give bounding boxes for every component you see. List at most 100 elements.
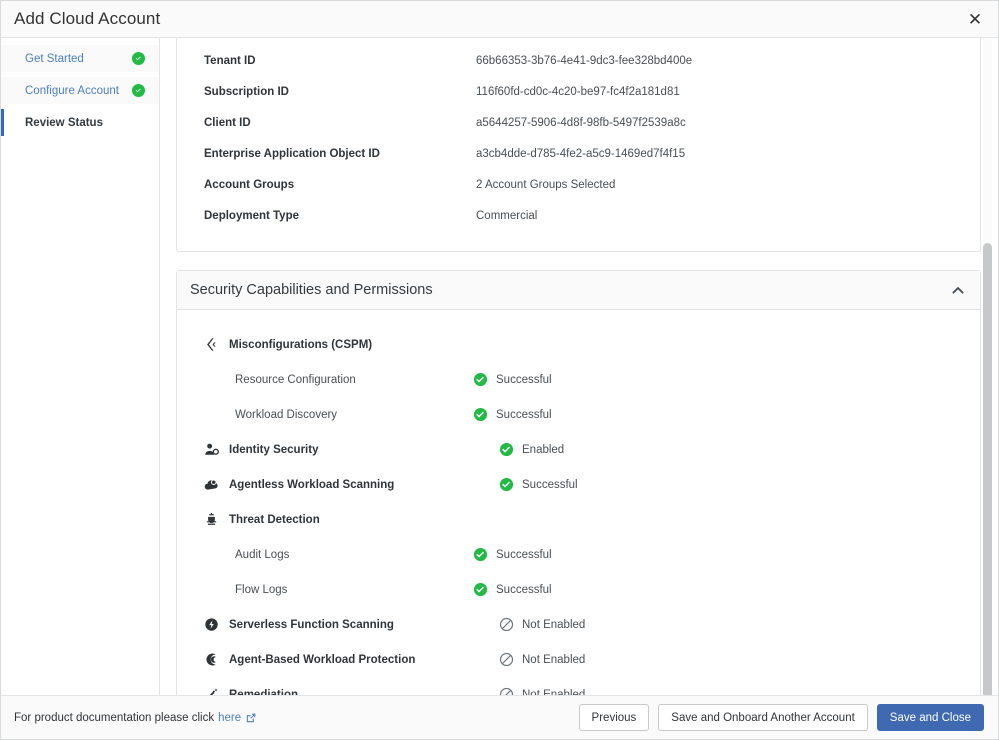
status-badge: Successful [473, 582, 552, 597]
capability-label: Flow Logs [235, 583, 288, 596]
status-badge: Not Enabled [499, 652, 585, 667]
check-circle-icon [473, 407, 488, 422]
capability-row-agent-based-workload-protection: Agent-Based Workload Protection Not Enab… [177, 642, 980, 677]
sidebar-item-label: Get Started [25, 52, 84, 65]
check-circle-icon [473, 582, 488, 597]
modal-body: Get Started Configure Account Review Sta… [1, 38, 998, 695]
serverless-icon [203, 617, 220, 633]
status-text: Not Enabled [522, 688, 586, 696]
detail-value: Commercial [476, 209, 538, 222]
scrollbar-thumb[interactable] [983, 243, 992, 695]
capability-label: Identity Security [229, 443, 319, 456]
sidebar-item-get-started[interactable]: Get Started [1, 45, 159, 72]
detail-label: Subscription ID [204, 85, 289, 98]
ban-icon [499, 617, 514, 632]
status-badge: Enabled [499, 442, 564, 457]
status-text: Successful [496, 548, 552, 561]
ban-icon [499, 687, 514, 695]
status-badge: Successful [473, 407, 552, 422]
agent-based-icon [203, 652, 220, 668]
security-capabilities-list: Misconfigurations (CSPM) Resource Config… [177, 310, 980, 695]
capability-label: Threat Detection [229, 513, 320, 526]
detail-row-tenant-id: Tenant ID 66b66353-3b76-4e41-9dc3-fee328… [177, 45, 980, 76]
previous-button[interactable]: Previous [578, 704, 650, 731]
capability-row-audit-logs: Audit Logs Successful [177, 537, 980, 572]
capability-label: Agentless Workload Scanning [229, 478, 395, 491]
detail-label: Enterprise Application Object ID [204, 147, 380, 160]
status-text: Not Enabled [522, 618, 586, 631]
modal-titlebar: Add Cloud Account ✕ [1, 1, 998, 38]
account-details-list: Tenant ID 66b66353-3b76-4e41-9dc3-fee328… [177, 38, 980, 251]
detail-value: 2 Account Groups Selected [476, 178, 616, 191]
security-capabilities-header[interactable]: Security Capabilities and Permissions [177, 271, 980, 310]
check-circle-icon [132, 84, 145, 97]
detail-value: 66b66353-3b76-4e41-9dc3-fee328bd400e [476, 54, 693, 67]
check-circle-icon [132, 52, 145, 65]
capability-row-agentless-workload-scanning: Agentless Workload Scanning Successful [177, 467, 980, 502]
check-circle-icon [473, 372, 488, 387]
detail-label: Tenant ID [204, 54, 256, 67]
sidebar-item-review-status[interactable]: Review Status [1, 109, 159, 136]
capability-label: Remediation [229, 688, 299, 696]
remediation-wand-icon [203, 687, 220, 695]
detail-value: a5644257-5906-4d8f-98fb-5497f2539a8c [476, 116, 686, 129]
security-capabilities-title: Security Capabilities and Permissions [190, 282, 433, 298]
status-text: Enabled [522, 443, 565, 456]
status-text: Not Enabled [522, 653, 586, 666]
detail-row-deployment-type: Deployment Type Commercial [177, 200, 980, 231]
external-link-icon[interactable] [245, 712, 257, 724]
capability-row-misconfigurations-cspm: Misconfigurations (CSPM) [177, 327, 980, 362]
check-circle-icon [499, 477, 514, 492]
status-badge: Not Enabled [499, 687, 585, 695]
detail-label: Account Groups [204, 178, 295, 191]
page-title: Add Cloud Account [14, 9, 161, 28]
account-details-card: Tenant ID 66b66353-3b76-4e41-9dc3-fee328… [176, 38, 981, 252]
ban-icon [499, 652, 514, 667]
capability-row-workload-discovery: Workload Discovery Successful [177, 397, 980, 432]
detail-row-client-id: Client ID a5644257-5906-4d8f-98fb-5497f2… [177, 107, 980, 138]
documentation-text: For product documentation please click [14, 711, 215, 724]
capability-row-resource-configuration: Resource Configuration Successful [177, 362, 980, 397]
close-icon[interactable]: ✕ [960, 4, 990, 34]
check-circle-icon [473, 547, 488, 562]
capability-label: Serverless Function Scanning [229, 618, 394, 631]
detail-value: 116f60fd-cd0c-4c20-be97-fc4f2a181d81 [476, 85, 680, 98]
detail-row-enterprise-application-object-id: Enterprise Application Object ID a3cb4dd… [177, 138, 980, 169]
status-text: Successful [496, 373, 552, 386]
detail-label: Deployment Type [204, 209, 299, 222]
wizard-sidebar: Get Started Configure Account Review Sta… [1, 38, 160, 695]
detail-label: Client ID [204, 116, 251, 129]
identity-icon [203, 442, 220, 458]
status-badge: Successful [473, 547, 552, 562]
capability-label: Resource Configuration [235, 373, 356, 386]
detail-row-account-groups: Account Groups 2 Account Groups Selected [177, 169, 980, 200]
save-and-onboard-another-account-button[interactable]: Save and Onboard Another Account [658, 704, 868, 731]
content-scroll-area: Tenant ID 66b66353-3b76-4e41-9dc3-fee328… [160, 38, 998, 695]
status-badge: Not Enabled [499, 617, 585, 632]
capability-row-identity-security: Identity Security Enabled [177, 432, 980, 467]
status-badge: Successful [499, 477, 578, 492]
security-capabilities-card: Security Capabilities and Permissions Mi… [176, 270, 981, 695]
status-badge: Successful [473, 372, 552, 387]
chevron-up-icon[interactable] [950, 282, 966, 298]
capability-label: Misconfigurations (CSPM) [229, 338, 373, 351]
sidebar-item-configure-account[interactable]: Configure Account [1, 77, 159, 104]
cspm-icon [203, 337, 220, 353]
sidebar-item-label: Configure Account [25, 84, 119, 97]
check-circle-icon [499, 442, 514, 457]
detail-value: a3cb4dde-d785-4fe2-a5c9-1469ed7f4f15 [476, 147, 686, 160]
documentation-note: For product documentation please click h… [14, 712, 257, 724]
sidebar-item-label: Review Status [25, 116, 103, 129]
add-cloud-account-modal: Add Cloud Account ✕ Get Started Configur… [0, 0, 999, 740]
save-and-close-button[interactable]: Save and Close [876, 704, 984, 731]
status-text: Successful [496, 408, 552, 421]
documentation-link[interactable]: here [218, 712, 241, 724]
capability-label: Audit Logs [235, 548, 290, 561]
capability-row-serverless-function-scanning: Serverless Function Scanning Not Enabled [177, 607, 980, 642]
agentless-cloud-icon [203, 477, 220, 493]
status-text: Successful [522, 478, 578, 491]
capability-label: Workload Discovery [235, 408, 338, 421]
modal-footer: For product documentation please click h… [1, 695, 998, 739]
capability-row-threat-detection: Threat Detection [177, 502, 980, 537]
capability-row-flow-logs: Flow Logs Successful [177, 572, 980, 607]
